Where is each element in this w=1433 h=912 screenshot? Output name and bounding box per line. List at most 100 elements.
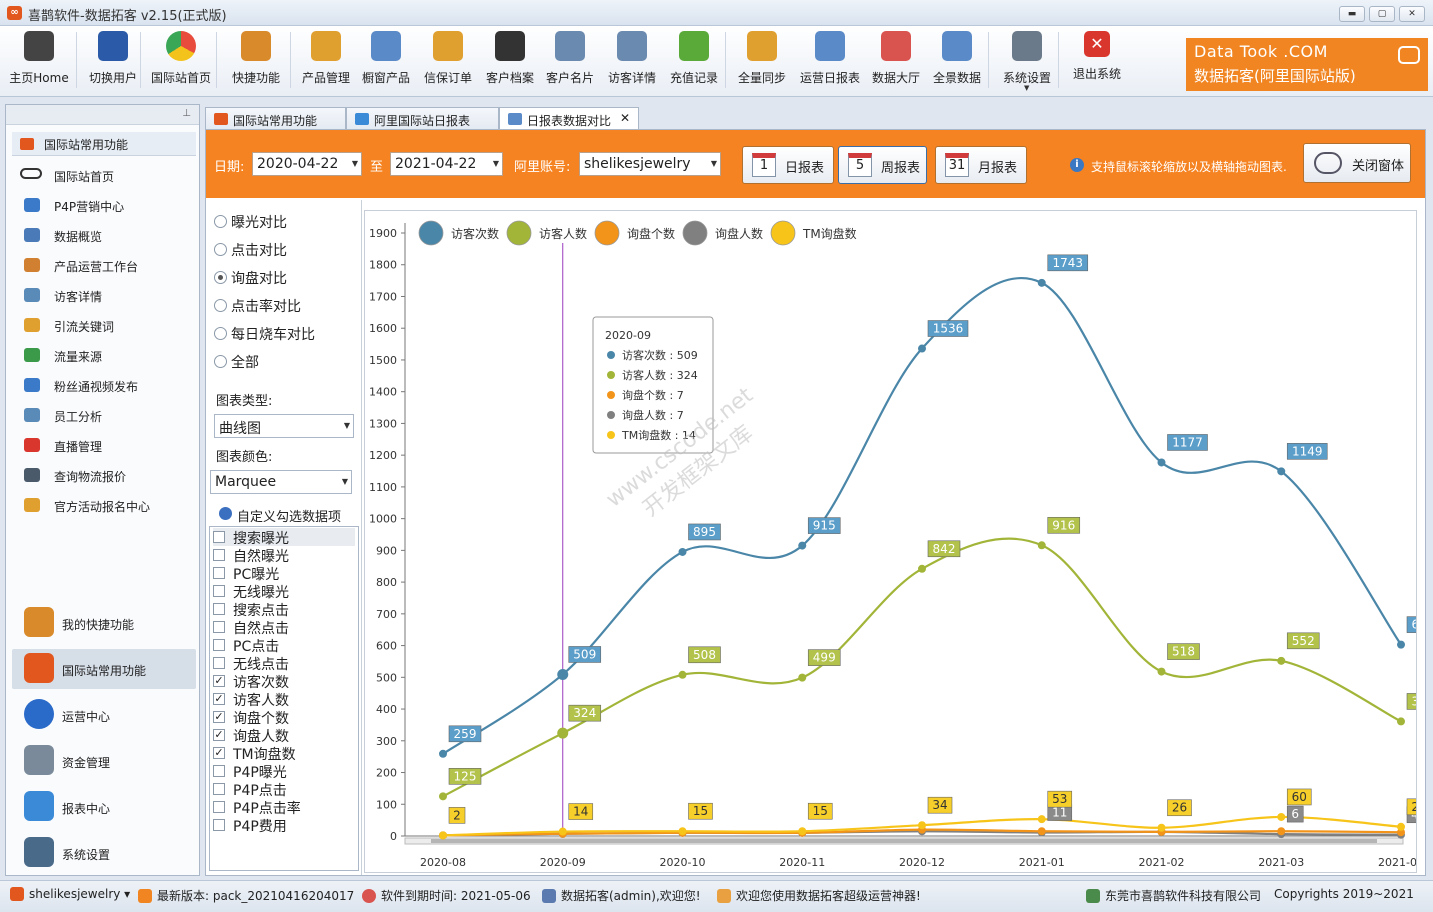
- data-item-checkbox[interactable]: PC点击: [213, 636, 355, 655]
- chart-type-select[interactable]: 曲线图 ▼: [214, 414, 354, 438]
- data-point[interactable]: [1157, 667, 1166, 676]
- data-item-checkbox[interactable]: P4P曝光: [213, 762, 355, 781]
- data-point[interactable]: [678, 547, 687, 556]
- data-point[interactable]: [1277, 827, 1286, 836]
- tab-1[interactable]: 国际站常用功能: [205, 107, 346, 130]
- legend-item[interactable]: 询盘人数: [682, 220, 763, 246]
- toolbar-window-products-button[interactable]: 橱窗产品: [356, 29, 416, 91]
- data-point[interactable]: [557, 668, 569, 680]
- data-item-checkbox[interactable]: 无线点击: [213, 654, 355, 673]
- data-item-checkbox[interactable]: 无线曝光: [213, 582, 355, 601]
- sidebar-item[interactable]: 国际站首页: [20, 165, 194, 187]
- legend-item[interactable]: 访客人数: [506, 220, 587, 246]
- sidebar-item[interactable]: 访客详情: [24, 285, 194, 307]
- data-point[interactable]: [678, 827, 687, 836]
- data-item-checkbox[interactable]: 搜索点击: [213, 600, 355, 619]
- data-item-checkbox[interactable]: PC曝光: [213, 564, 355, 583]
- maximize-button[interactable]: ▢: [1369, 6, 1395, 22]
- data-point[interactable]: [1397, 822, 1405, 831]
- data-point[interactable]: [918, 564, 926, 573]
- compare-radio[interactable]: 每日烧车对比: [214, 324, 354, 344]
- data-point[interactable]: [798, 541, 807, 550]
- close-window-button[interactable]: ✕: [1399, 6, 1425, 22]
- data-item-checkbox[interactable]: 自然曝光: [213, 546, 355, 565]
- status-account[interactable]: shelikesjewelry ▾: [10, 887, 130, 901]
- tab-3[interactable]: 日报表数据对比 ✕: [499, 107, 639, 131]
- sidebar-section[interactable]: 国际站常用功能: [12, 649, 196, 689]
- report-button-3[interactable]: 31 月报表: [935, 146, 1027, 184]
- compare-radio[interactable]: 点击对比: [214, 240, 354, 260]
- pin-icon[interactable]: ⊥: [182, 108, 191, 119]
- sidebar-item[interactable]: 员工分析: [24, 405, 194, 427]
- data-point[interactable]: [1037, 278, 1046, 287]
- sidebar-item[interactable]: 查询物流报价: [24, 465, 194, 487]
- data-point[interactable]: [1157, 823, 1166, 832]
- toolbar-visitor-details-button[interactable]: 访客详情: [602, 29, 662, 91]
- data-item-checkbox[interactable]: P4P点击: [213, 780, 355, 799]
- sidebar-section[interactable]: 报表中心: [12, 787, 196, 827]
- data-item-checkbox[interactable]: ✓ 询盘个数: [213, 708, 355, 727]
- close-panel-button[interactable]: 关闭窗体: [1303, 143, 1411, 183]
- data-point[interactable]: [557, 727, 569, 739]
- sidebar-item[interactable]: 粉丝通视频发布: [24, 375, 194, 397]
- report-button-2[interactable]: 5 周报表: [838, 146, 927, 184]
- sidebar-item[interactable]: 流量来源: [24, 345, 194, 367]
- date-to-picker[interactable]: 2021-04-22 ▼: [390, 152, 503, 176]
- legend-item[interactable]: TM询盘数: [770, 220, 857, 246]
- toolbar-daily-report-button[interactable]: 运营日报表: [794, 29, 866, 91]
- data-point[interactable]: [1277, 467, 1286, 476]
- data-point[interactable]: [918, 821, 926, 830]
- data-point[interactable]: [439, 831, 447, 840]
- data-point[interactable]: [1157, 458, 1166, 467]
- data-point[interactable]: [558, 827, 567, 836]
- data-point[interactable]: [1397, 640, 1405, 649]
- minimize-button[interactable]: ▬: [1339, 6, 1365, 22]
- toolbar-customer-cards-button[interactable]: 客户名片: [540, 29, 600, 91]
- legend-item[interactable]: 访客次数: [418, 220, 499, 246]
- toolbar-home-button[interactable]: 主页Home: [6, 29, 72, 91]
- toolbar-intl-home-button[interactable]: 国际站首页: [148, 29, 214, 91]
- comparison-line-chart[interactable]: 0 100 200 300 400 500 600 700 800 900 1000 1100 1200…: [365, 211, 1433, 872]
- data-item-checkbox[interactable]: P4P费用: [213, 816, 355, 835]
- sidebar-item[interactable]: 产品运营工作台: [24, 255, 194, 277]
- toolbar-panorama-button[interactable]: 全景数据: [926, 29, 988, 91]
- data-point[interactable]: [1037, 541, 1046, 550]
- data-point[interactable]: [1277, 812, 1286, 821]
- data-item-checkbox[interactable]: 搜索曝光: [213, 528, 355, 547]
- data-point[interactable]: [918, 344, 926, 353]
- data-point[interactable]: [1397, 717, 1405, 726]
- sidebar-section[interactable]: 我的快捷功能: [12, 603, 196, 643]
- chart-color-select[interactable]: Marquee ▼: [210, 470, 352, 494]
- data-point[interactable]: [798, 673, 807, 682]
- data-item-checkbox[interactable]: 自然点击: [213, 618, 355, 637]
- toolbar-credit-orders-button[interactable]: 信保订单: [418, 29, 478, 91]
- data-item-checkbox[interactable]: ✓ 访客次数: [213, 672, 355, 691]
- close-tab-icon[interactable]: ✕: [620, 111, 630, 125]
- data-point[interactable]: [798, 827, 807, 836]
- data-item-checkbox[interactable]: ✓ 询盘人数: [213, 726, 355, 745]
- sidebar-item[interactable]: 数据概览: [24, 225, 194, 247]
- compare-radio[interactable]: 询盘对比: [214, 268, 354, 288]
- data-item-checkbox[interactable]: ✓ 访客人数: [213, 690, 355, 709]
- toolbar-recharge-button[interactable]: 充值记录: [664, 29, 724, 91]
- x-scrollbar-thumb[interactable]: [431, 839, 1377, 843]
- toolbar-exit-button[interactable]: ✕ 退出系统: [1066, 29, 1128, 91]
- sidebar-section[interactable]: 运营中心: [12, 695, 196, 735]
- account-select[interactable]: shelikesjewelry ▼: [579, 152, 721, 176]
- report-button-1[interactable]: 1 日报表: [742, 146, 834, 184]
- toolbar-customer-files-button[interactable]: 客户档案: [480, 29, 540, 91]
- data-point[interactable]: [1037, 827, 1046, 836]
- data-point[interactable]: [1277, 656, 1286, 665]
- data-point[interactable]: [1037, 815, 1046, 824]
- toolbar-shortcuts-button[interactable]: 快捷功能: [226, 29, 286, 91]
- toolbar-data-hall-button[interactable]: 数据大厅: [866, 29, 926, 91]
- sidebar-item[interactable]: P4P营销中心: [24, 195, 194, 217]
- date-from-picker[interactable]: 2020-04-22 ▼: [252, 152, 362, 176]
- sidebar-section[interactable]: 资金管理: [12, 741, 196, 781]
- tab-2[interactable]: 阿里国际站日报表: [346, 107, 499, 130]
- data-item-checkbox[interactable]: P4P点击率: [213, 798, 355, 817]
- toolbar-switch-user-button[interactable]: 切换用户: [82, 29, 144, 91]
- sidebar-item[interactable]: 官方活动报名中心: [24, 495, 194, 517]
- data-point[interactable]: [439, 792, 447, 801]
- sidebar-item[interactable]: 直播管理: [24, 435, 194, 457]
